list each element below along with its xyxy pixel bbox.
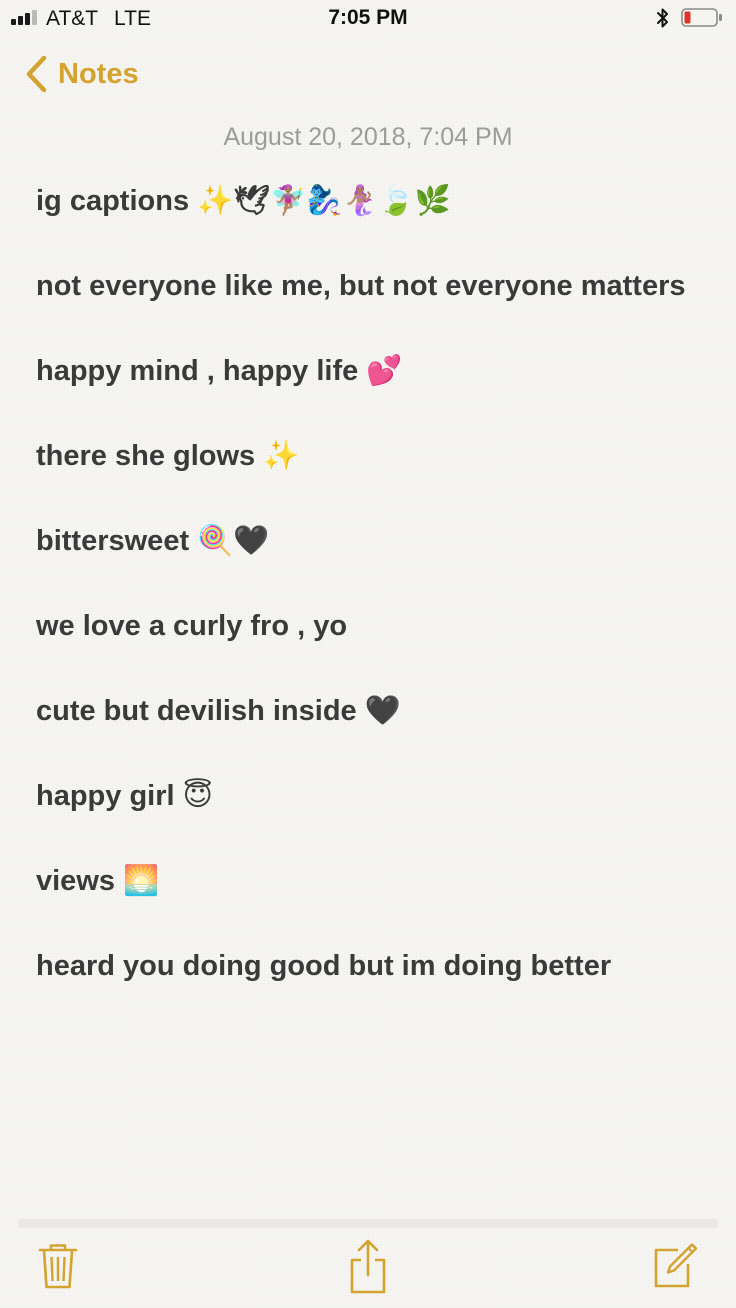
status-bar: AT&T LTE 7:05 PM — [0, 0, 736, 40]
status-time: 7:05 PM — [328, 6, 408, 29]
note-blank-line — [36, 563, 696, 606]
note-line: not everyone like me, but not everyone m… — [36, 270, 686, 302]
note-line: heard you doing good but im doing better — [36, 950, 612, 982]
note-line: happy girl 😇 — [36, 780, 213, 812]
note-line: cute but devilish inside 🖤 — [36, 695, 401, 727]
bluetooth-icon — [655, 7, 671, 29]
share-button[interactable] — [348, 1238, 388, 1294]
note-line: ig captions ✨🕊🧚🏽‍♀️🧞‍♀️🧜🏽‍♀️🍃🌿 — [36, 185, 451, 217]
note-line: happy mind , happy life 💕 — [36, 355, 403, 387]
note-blank-line — [36, 308, 696, 351]
note-blank-line — [36, 478, 696, 521]
note-line: bittersweet 🍭🖤 — [36, 525, 270, 557]
note-blank-line — [36, 393, 696, 436]
compose-note-button[interactable] — [652, 1242, 698, 1290]
share-icon — [348, 1238, 388, 1294]
delete-note-button[interactable] — [38, 1242, 78, 1290]
note-line: views 🌅 — [36, 865, 160, 897]
back-to-notes-button[interactable]: Notes — [24, 50, 139, 98]
battery-icon — [681, 8, 722, 27]
note-body[interactable]: ig captions ✨🕊🧚🏽‍♀️🧞‍♀️🧜🏽‍♀️🍃🌿 not every… — [36, 180, 696, 988]
toolbar-divider — [18, 1219, 718, 1228]
note-line: there she glows ✨ — [36, 440, 300, 472]
note-timestamp: August 20, 2018, 7:04 PM — [223, 123, 513, 151]
chevron-left-icon — [24, 55, 48, 93]
note-blank-line — [36, 223, 696, 266]
note-blank-line — [36, 903, 696, 946]
note-blank-line — [36, 648, 696, 691]
bottom-toolbar — [0, 1232, 736, 1308]
trash-icon — [38, 1242, 78, 1290]
note-blank-line — [36, 818, 696, 861]
note-line: we love a curly fro , yo — [36, 610, 348, 642]
note-blank-line — [36, 733, 696, 776]
back-label: Notes — [58, 57, 139, 90]
compose-icon — [652, 1242, 698, 1290]
